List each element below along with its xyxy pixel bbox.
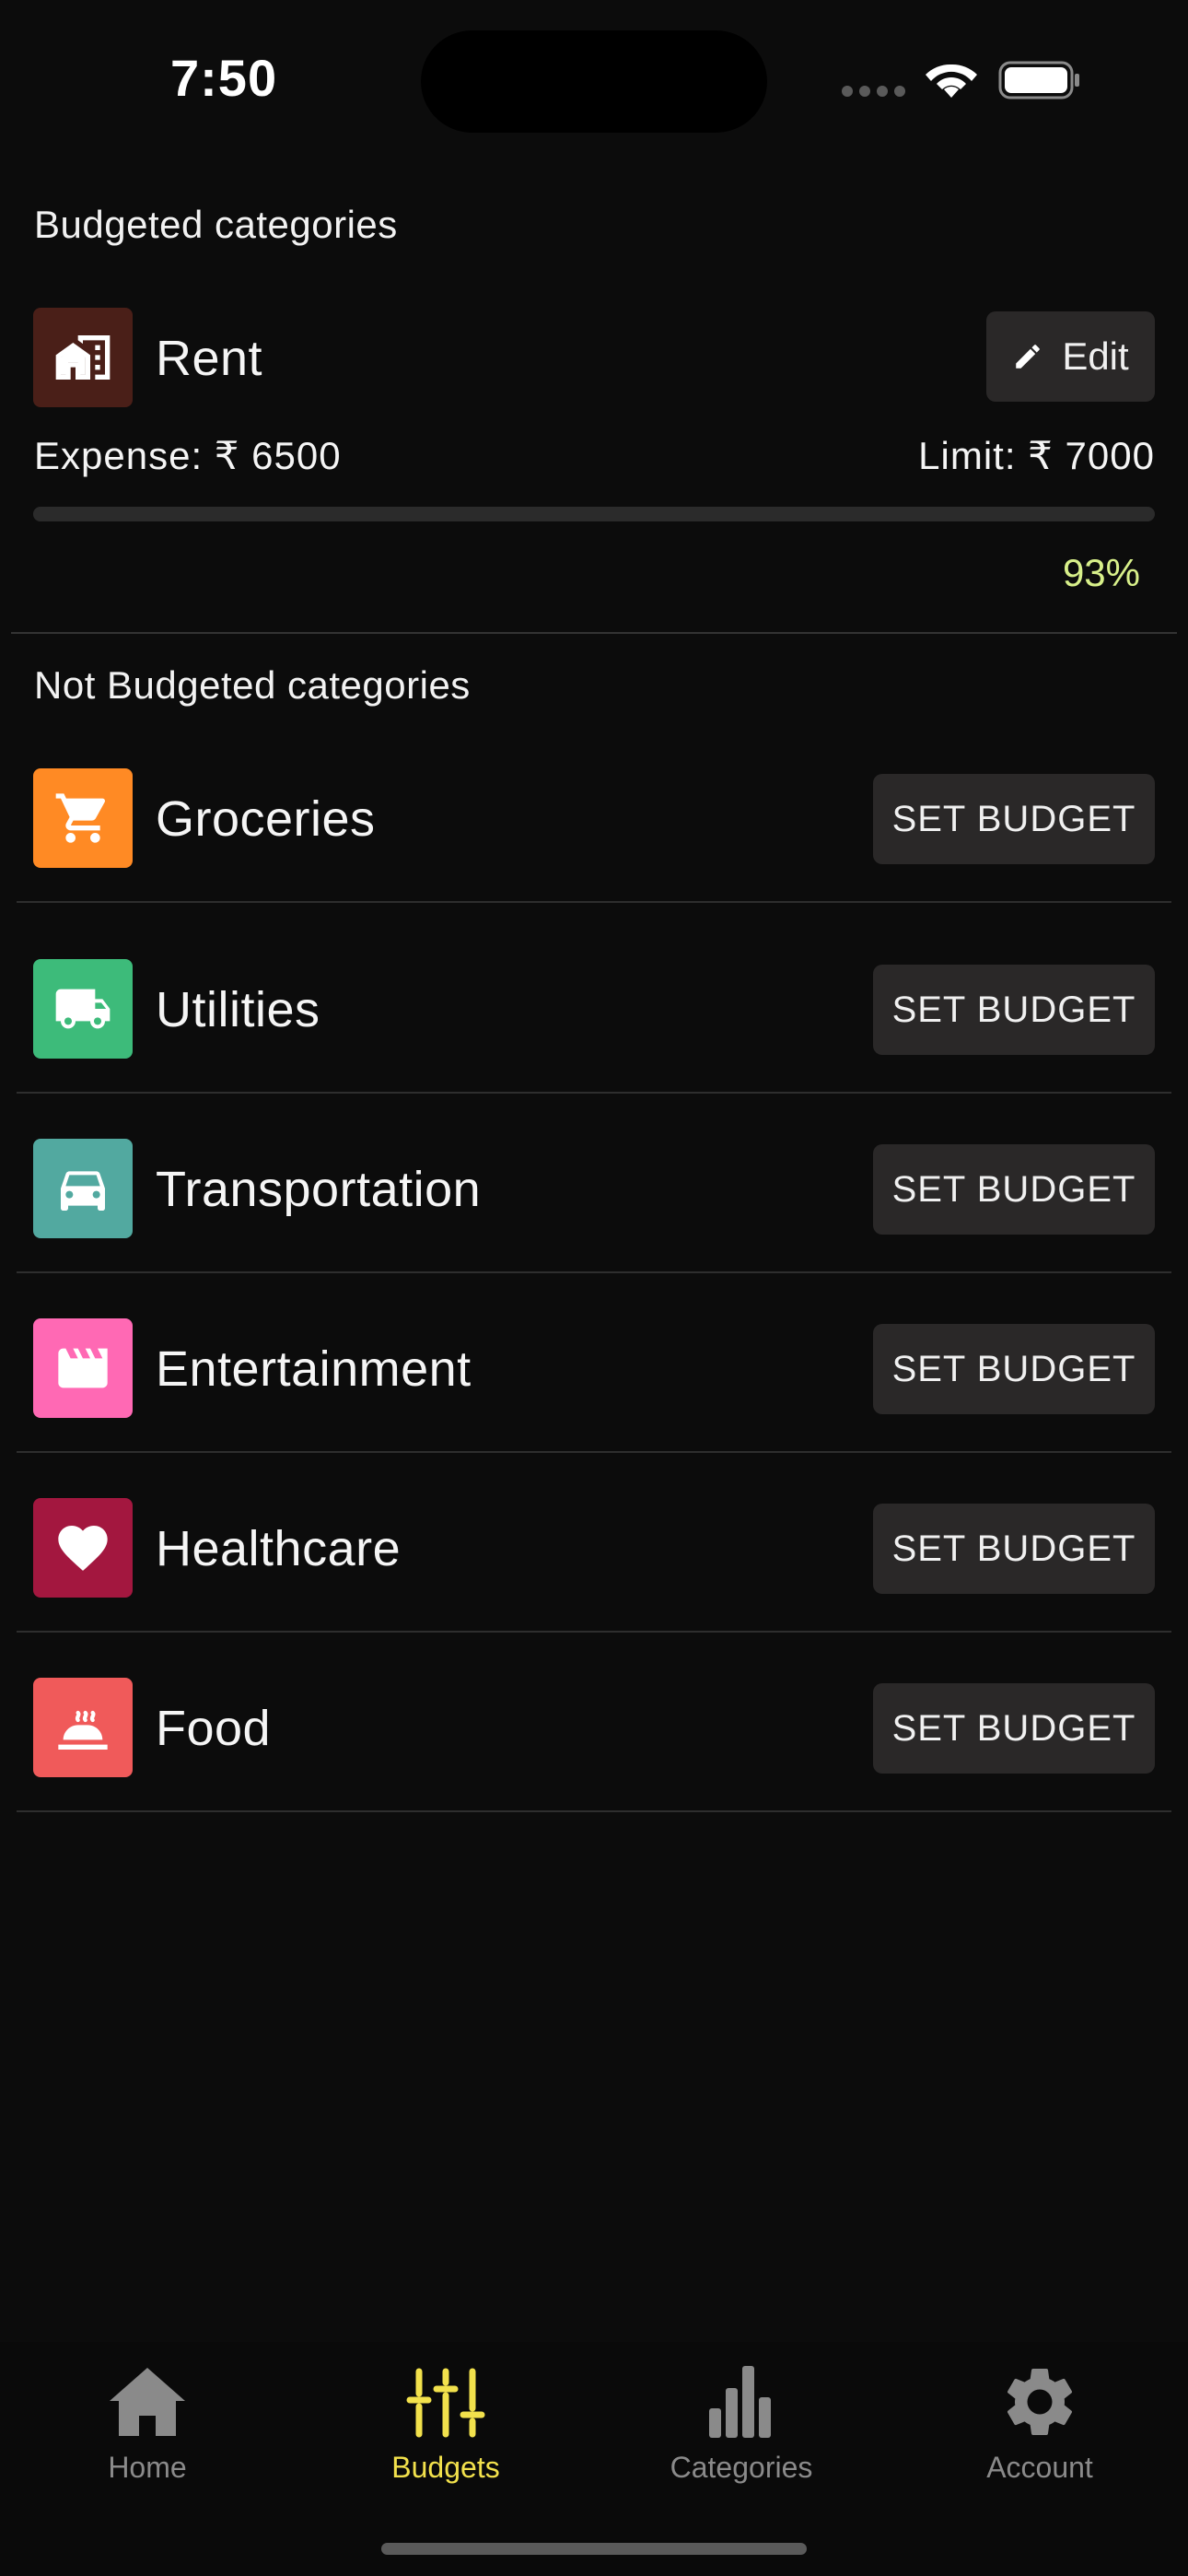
status-bar: 7:50 bbox=[0, 0, 1188, 157]
gear-icon bbox=[1007, 2369, 1073, 2435]
set-budget-button[interactable]: SET BUDGET bbox=[873, 1144, 1155, 1235]
battery-icon bbox=[998, 61, 1079, 100]
set-budget-button[interactable]: SET BUDGET bbox=[873, 1504, 1155, 1594]
category-icon-tile bbox=[33, 959, 133, 1059]
set-budget-button[interactable]: SET BUDGET bbox=[873, 965, 1155, 1055]
row-divider bbox=[17, 1631, 1171, 1633]
bar-chart-icon bbox=[709, 2366, 771, 2438]
category-name: Rent bbox=[156, 331, 263, 386]
category-name: Healthcare bbox=[156, 1521, 402, 1576]
nav-tab-account[interactable]: Account bbox=[938, 2360, 1141, 2485]
budget-progress-bar bbox=[33, 507, 1155, 521]
nav-label: Budgets bbox=[391, 2451, 500, 2484]
heart-icon bbox=[58, 1526, 108, 1571]
category-icon-tile bbox=[33, 1139, 133, 1238]
truck-icon bbox=[55, 989, 111, 1029]
set-budget-button[interactable]: SET BUDGET bbox=[873, 774, 1155, 864]
status-time: 7:50 bbox=[170, 49, 278, 107]
set-budget-button[interactable]: SET BUDGET bbox=[873, 1683, 1155, 1774]
home-indicator bbox=[381, 2543, 807, 2555]
category-icon-tile bbox=[33, 308, 133, 407]
budget-percent: 93% bbox=[1062, 551, 1140, 594]
not-budgeted-section-title: Not Budgeted categories bbox=[34, 663, 471, 707]
home-icon bbox=[110, 2368, 185, 2436]
category-name: Food bbox=[156, 1701, 272, 1756]
category-name: Groceries bbox=[156, 791, 376, 847]
pencil-icon bbox=[1016, 345, 1041, 369]
edit-label: Edit bbox=[1062, 334, 1129, 378]
category-icon-tile bbox=[33, 1498, 133, 1598]
nav-tab-budgets[interactable]: Budgets bbox=[344, 2360, 547, 2485]
edit-budget-button[interactable]: Edit bbox=[986, 311, 1155, 402]
clapperboard-icon bbox=[58, 1348, 108, 1388]
section-divider bbox=[11, 632, 1177, 634]
row-divider bbox=[17, 1810, 1171, 1812]
nav-label: Home bbox=[108, 2451, 187, 2484]
category-icon-tile bbox=[33, 1318, 133, 1418]
row-divider bbox=[17, 1092, 1171, 1094]
row-divider bbox=[17, 1271, 1171, 1273]
hot-dish-icon bbox=[58, 1710, 108, 1750]
row-divider bbox=[17, 1451, 1171, 1453]
sliders-icon bbox=[406, 2368, 485, 2438]
category-icon-tile bbox=[33, 1678, 133, 1777]
category-icon-tile bbox=[33, 768, 133, 868]
nav-label: Categories bbox=[670, 2451, 813, 2484]
nav-label: Account bbox=[986, 2451, 1093, 2484]
category-name: Utilities bbox=[156, 982, 320, 1037]
cellular-signal-icon bbox=[842, 86, 905, 97]
expense-amount: Expense: ₹ 6500 bbox=[34, 434, 342, 477]
set-budget-button[interactable]: SET BUDGET bbox=[873, 1324, 1155, 1414]
car-icon bbox=[61, 1171, 105, 1211]
row-divider bbox=[17, 901, 1171, 903]
dynamic-island bbox=[421, 30, 767, 133]
budget-progress-fill bbox=[33, 507, 1077, 521]
category-name: Transportation bbox=[156, 1162, 482, 1217]
cart-icon bbox=[55, 793, 106, 843]
building-icon bbox=[55, 335, 111, 380]
budgeted-section-title: Budgeted categories bbox=[34, 203, 398, 246]
nav-tab-categories[interactable]: Categories bbox=[640, 2360, 843, 2485]
nav-tab-home[interactable]: Home bbox=[46, 2360, 249, 2485]
limit-amount: Limit: ₹ 7000 bbox=[918, 434, 1155, 477]
wifi-icon bbox=[926, 64, 977, 98]
category-name: Entertainment bbox=[156, 1341, 472, 1397]
